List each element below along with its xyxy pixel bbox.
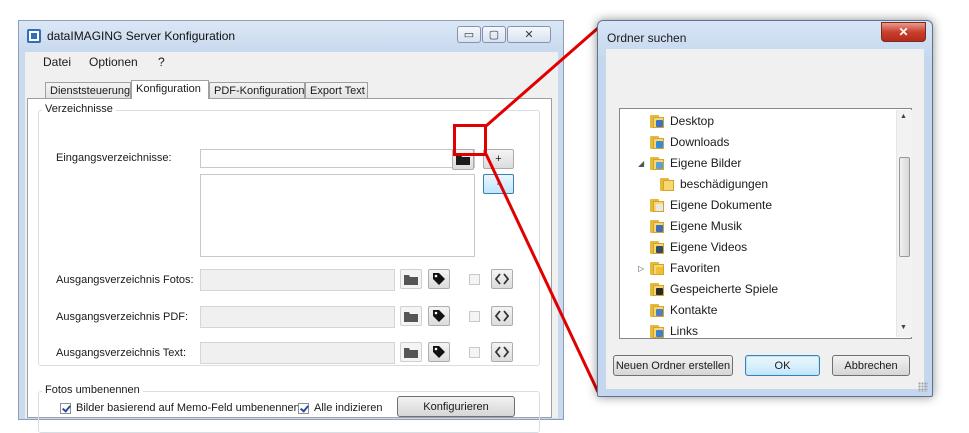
expanded-arrow-icon[interactable]: ◢ (638, 159, 644, 168)
tab-konfiguration[interactable]: Konfiguration (131, 80, 209, 99)
tree-item-label: Gespeicherte Spiele (670, 282, 779, 296)
tree-item[interactable]: Kontakte (650, 300, 717, 320)
tree-item[interactable]: Downloads (650, 132, 729, 152)
resize-grip[interactable] (918, 382, 928, 392)
tree-item-label: Eigene Dokumente (670, 198, 773, 212)
tree-item[interactable]: ▷ Favoriten (638, 258, 721, 278)
tree-item[interactable]: Eigene Musik (650, 216, 742, 236)
dialog-client: ▲ ▼ Desktop Downloads ◢ Eigene Bilder beschä… (606, 49, 924, 389)
downloads-folder-icon (650, 135, 664, 149)
dialog-close-button[interactable]: ✕ (881, 22, 926, 42)
scroll-up-icon[interactable]: ▲ (900, 113, 907, 120)
tree-item[interactable]: Desktop (650, 111, 714, 131)
tree-item[interactable]: beschädigungen (660, 174, 768, 194)
folder-dialog: Ordner suchen ✕ ▲ ▼ Desktop Downloads ◢ Eig… (597, 20, 933, 397)
tree-scrollbar[interactable]: ▲ ▼ (896, 110, 912, 337)
folder-tree[interactable]: ▲ ▼ Desktop Downloads ◢ Eigene Bilder beschä… (619, 108, 912, 339)
contacts-folder-icon (650, 303, 664, 317)
tree-item-label: Links (670, 324, 699, 338)
tree-item[interactable]: ◢ Eigene Bilder (638, 153, 742, 173)
tree-item[interactable]: Gespeicherte Spiele (650, 279, 778, 299)
tree-item-label: Favoriten (670, 261, 721, 275)
collapsed-arrow-icon[interactable]: ▷ (638, 264, 644, 273)
tree-item[interactable]: Eigene Dokumente (650, 195, 772, 215)
tree-item-label: beschädigungen (680, 177, 769, 191)
folder-icon (660, 177, 674, 191)
saved-games-folder-icon (650, 282, 664, 296)
ok-button[interactable]: OK (745, 355, 820, 376)
desktop-folder-icon (650, 114, 664, 128)
documents-folder-icon (650, 198, 664, 212)
tree-item-label: Eigene Musik (670, 219, 743, 233)
scroll-down-icon[interactable]: ▼ (900, 324, 907, 331)
music-folder-icon (650, 219, 664, 233)
tree-item-label: Desktop (670, 114, 715, 128)
tree-item-label: Eigene Videos (670, 240, 748, 254)
dialog-title: Ordner suchen (607, 31, 687, 45)
tree-item-label: Kontakte (670, 303, 718, 317)
tree-item-label: Eigene Bilder (670, 156, 742, 170)
pictures-folder-icon (650, 156, 664, 170)
scroll-thumb[interactable] (899, 157, 910, 257)
tree-item[interactable]: Links (650, 321, 698, 341)
tree-item[interactable]: Eigene Videos (650, 237, 747, 257)
tree-item-label: Downloads (670, 135, 730, 149)
favorites-folder-icon (650, 261, 664, 275)
links-folder-icon (650, 324, 664, 338)
videos-folder-icon (650, 240, 664, 254)
cancel-button[interactable]: Abbrechen (832, 355, 910, 376)
new-folder-button[interactable]: Neuen Ordner erstellen (613, 355, 733, 376)
